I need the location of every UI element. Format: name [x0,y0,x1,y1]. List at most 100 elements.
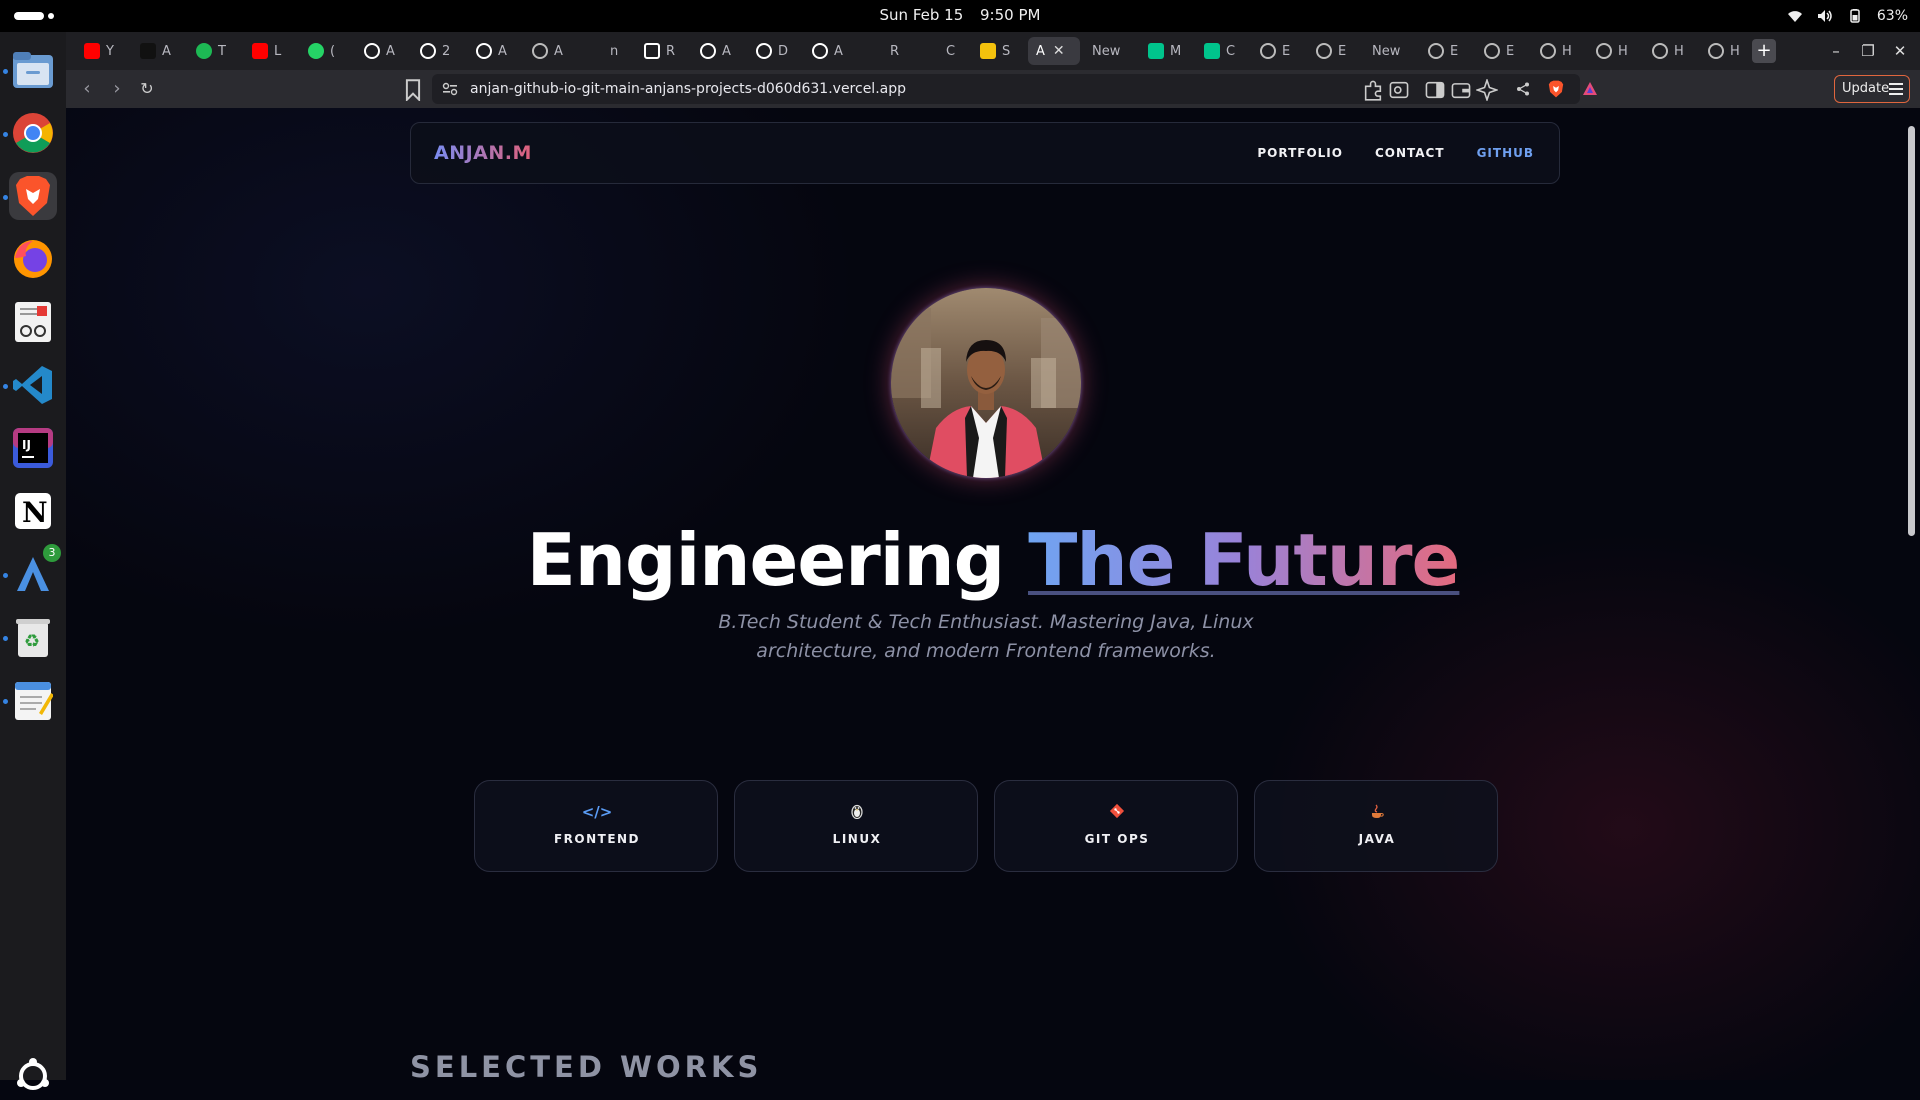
forward-icon[interactable]: › [106,78,128,100]
skill-card-java[interactable]: JAVA [1254,780,1498,872]
bookmark-icon[interactable] [402,79,424,101]
browser-tab[interactable]: A [468,37,518,65]
back-icon[interactable]: ‹ [76,78,98,100]
browser-tab[interactable]: H [1700,37,1750,65]
tab-title: E [1506,43,1515,59]
notion-icon[interactable]: N [9,487,57,535]
skill-label: LINUX [832,832,882,846]
browser-tab[interactable]: D [748,37,798,65]
reader-icon[interactable] [9,298,57,346]
maximize-icon[interactable]: ❐ [1857,40,1879,62]
browser-tab[interactable]: R [860,37,910,65]
intellij-icon[interactable]: IJ [9,424,57,472]
nav-github-link[interactable]: GITHUB [1477,146,1534,160]
scroll-thumb[interactable] [1908,126,1915,536]
browser-tab[interactable]: R [636,37,686,65]
tab-title: R [890,43,900,59]
browser-tab[interactable]: S [972,37,1022,65]
sidebar-icon[interactable] [1424,79,1446,101]
brave-icon[interactable] [9,172,57,220]
tab-title: A [162,43,171,59]
svg-text:♻: ♻ [24,631,40,652]
skill-card-frontend[interactable]: </> FRONTEND [474,780,718,872]
vscode-icon[interactable] [9,361,57,409]
browser-tab[interactable]: A [692,37,742,65]
reload-icon[interactable]: ↻ [136,78,158,100]
minimize-icon[interactable]: – [1825,40,1847,62]
browser-tab[interactable]: n [580,37,630,65]
browser-tab[interactable]: H [1644,37,1694,65]
browser-tab[interactable]: E [1252,37,1302,65]
tab-title: H [1730,43,1740,59]
update-button[interactable]: Update [1834,75,1910,103]
browser-tab[interactable]: New [1084,37,1134,65]
skill-card-git-ops[interactable]: GIT OPS [994,780,1238,872]
github-favicon-icon [812,43,828,59]
browser-tab[interactable]: M [1140,37,1190,65]
spotify-favicon-icon [196,43,212,59]
browser-tab[interactable]: Y [76,37,126,65]
new-tab-button[interactable]: + [1752,39,1776,63]
trash-icon[interactable]: ♻ [9,613,57,661]
browser-tab[interactable]: ( [300,37,350,65]
browser-tab[interactable]: H [1588,37,1638,65]
browser-tab[interactable]: E [1308,37,1358,65]
system-tray[interactable]: 63% [1787,0,1908,32]
leaf-favicon-icon [1148,43,1164,59]
close-window-icon[interactable]: ✕ [1889,40,1911,62]
hero-title-main: Engineering [526,518,1029,602]
wallet-icon[interactable] [1450,79,1472,101]
tab-active[interactable]: A ✕ [1028,37,1080,65]
browser-tab[interactable]: C [1196,37,1246,65]
arch-app-icon[interactable]: 3 [9,544,61,598]
tab-title: H [1562,43,1572,59]
browser-tab[interactable]: E [1420,37,1470,65]
browser-tab[interactable]: A [524,37,574,65]
tab-title: M [1170,43,1182,59]
browser-tab[interactable]: 2 [412,37,462,65]
code-icon: </> [581,803,613,821]
browser-tab[interactable]: New [1364,37,1414,65]
close-tab-icon[interactable]: ✕ [1053,43,1065,59]
extensions-icon[interactable] [1362,79,1384,101]
browser-tab[interactable]: H [1532,37,1582,65]
brave-rewards-icon[interactable] [1582,81,1598,97]
chrome-icon[interactable] [9,109,57,157]
cc-favicon-icon [140,43,156,59]
skill-label: FRONTEND [553,832,641,846]
globe-favicon-icon [1596,43,1612,59]
firefox-icon[interactable] [9,235,57,283]
tab-title: A [554,43,563,59]
browser-tab[interactable]: A [132,37,182,65]
tab-title: L [274,43,282,59]
site-logo[interactable]: ANJAN.M [434,123,532,183]
browser-tab[interactable]: L [244,37,294,65]
page-scrollbar[interactable] [1906,114,1916,1072]
browser-tab[interactable]: E [1476,37,1526,65]
browser-tab[interactable]: T [188,37,238,65]
target-favicon-icon [644,43,660,59]
leo-ai-icon[interactable] [1476,79,1498,101]
hero-subtitle: B.Tech Student & Tech Enthusiast. Master… [718,611,1254,662]
nav-portfolio-link[interactable]: PORTFOLIO [1257,146,1343,160]
globe-favicon-icon [1260,43,1276,59]
brave-shields-icon[interactable] [1548,80,1564,98]
clock[interactable]: Sun Feb 15 9:50 PM [0,0,1920,32]
tab-search-icon[interactable] [1388,79,1410,101]
tab-title: ( [330,43,336,59]
show-apps-icon[interactable] [9,1052,57,1100]
share-icon[interactable] [1516,82,1530,96]
browser-tab[interactable]: A [804,37,854,65]
site-info-icon[interactable] [442,82,458,96]
browser-tab[interactable]: A [356,37,406,65]
nav-contact-link[interactable]: CONTACT [1375,146,1445,160]
browser-tab[interactable]: C [916,37,966,65]
skill-card-linux[interactable]: LINUX [734,780,978,872]
github-favicon-icon [364,43,380,59]
globe-favicon-icon [1652,43,1668,59]
globe-favicon-icon [1428,43,1444,59]
tab-title: New [1372,43,1401,59]
notification-badge: 3 [43,544,61,562]
files-icon[interactable] [9,46,57,94]
text-editor-icon[interactable] [9,676,57,724]
